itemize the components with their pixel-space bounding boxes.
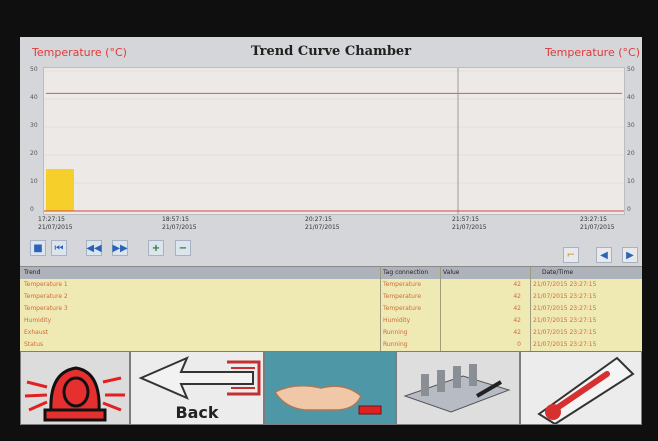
table-cell-value: 42 xyxy=(513,293,521,300)
y-tick-label-right: 0 xyxy=(627,206,631,213)
start-bar xyxy=(46,169,74,211)
zoom-out-button[interactable]: − xyxy=(175,240,191,256)
table-cell-datetime: 21/07/2015 23:27:15 xyxy=(533,305,597,312)
racks-button[interactable] xyxy=(396,351,520,425)
scroll-right-icon: ▶ xyxy=(626,249,634,261)
back-label: Back xyxy=(175,403,219,422)
scroll-left-icon: ◀ xyxy=(600,249,608,261)
zoom-in-icon: + xyxy=(151,242,161,254)
y-tick-label-right: 30 xyxy=(627,122,635,129)
y-tick-label-left: 10 xyxy=(30,178,38,185)
first-button[interactable]: ⏮ xyxy=(51,240,67,256)
y-tick-label-right: 10 xyxy=(627,178,635,185)
thermometer-icon xyxy=(537,356,635,424)
forward-button[interactable]: ▶▶ xyxy=(112,240,128,256)
table-cell-trend: Status xyxy=(24,341,44,348)
x-tick-label: 18:57:15 21/07/2015 xyxy=(162,216,197,232)
table-cell-datetime: 21/07/2015 23:27:15 xyxy=(533,293,597,300)
table-row[interactable]: Humidity Humidity 42 21/07/2015 23:27:15 xyxy=(20,315,642,327)
table-cell-tag: Temperature xyxy=(383,281,422,288)
chart-header: Temperature (°C) Trend Curve Chamber Tem… xyxy=(20,43,642,65)
x-tick-time: 21:57:15 xyxy=(452,216,479,223)
rewind-button[interactable]: ◀◀ xyxy=(86,240,102,256)
trend-plot-area[interactable] xyxy=(43,67,625,215)
table-cell-trend: Humidity xyxy=(24,317,52,324)
table-cell-trend: Temperature 2 xyxy=(24,293,68,300)
table-cell-value: 0 xyxy=(517,341,521,348)
table-cell-tag: Temperature xyxy=(383,305,422,312)
x-tick-date: 21/07/2015 xyxy=(305,224,340,231)
x-tick-label: 17:27:15 21/07/2015 xyxy=(38,216,73,232)
table-cell-value: 42 xyxy=(513,317,521,324)
stop-icon: ■ xyxy=(33,242,43,254)
x-tick-time: 20:27:15 xyxy=(305,216,332,223)
hand-touch-icon xyxy=(265,352,395,424)
table-cell-datetime: 21/07/2015 23:27:15 xyxy=(533,317,597,324)
y-tick-label-left: 0 xyxy=(30,206,34,213)
x-tick-date: 21/07/2015 xyxy=(38,224,73,231)
scroll-right-button[interactable]: ▶ xyxy=(622,247,638,263)
table-header-row: Trend Tag connection Value Date/Time xyxy=(20,267,642,279)
col-tag: Tag connection xyxy=(383,269,429,276)
trend-table: Trend Tag connection Value Date/Time Tem… xyxy=(20,266,642,352)
table-cell-tag: Running xyxy=(383,341,408,348)
x-tick-time: 23:27:15 xyxy=(580,216,607,223)
x-tick-label: 23:27:15 21/07/2015 xyxy=(580,216,615,232)
bottom-nav-bar: Back xyxy=(20,351,642,425)
y-tick-label-left: 50 xyxy=(30,66,38,73)
arrow-left-icon xyxy=(138,356,261,400)
forward-icon: ▶▶ xyxy=(112,242,128,254)
y-tick-label-left: 40 xyxy=(30,94,38,101)
back-button[interactable]: Back xyxy=(130,351,264,425)
table-cell-datetime: 21/07/2015 23:27:15 xyxy=(533,281,597,288)
table-cell-trend: Exhaust xyxy=(24,329,49,336)
table-row[interactable]: Exhaust Running 42 21/07/2015 23:27:15 xyxy=(20,327,642,339)
scroll-left-button[interactable]: ◀ xyxy=(596,247,612,263)
zoom-in-button[interactable]: + xyxy=(148,240,164,256)
y-tick-label-right: 40 xyxy=(627,94,635,101)
table-cell-datetime: 21/07/2015 23:27:15 xyxy=(533,341,597,348)
first-icon: ⏮ xyxy=(54,242,64,254)
y-tick-label-right: 20 xyxy=(627,150,635,157)
table-cell-tag: Temperature xyxy=(383,293,422,300)
x-tick-date: 21/07/2015 xyxy=(580,224,615,231)
x-tick-time: 18:57:15 xyxy=(162,216,189,223)
x-tick-date: 21/07/2015 xyxy=(162,224,197,231)
table-cell-tag: Running xyxy=(383,329,408,336)
col-trend: Trend xyxy=(24,269,41,276)
hmi-screen: Temperature (°C) Trend Curve Chamber Tem… xyxy=(20,37,642,425)
y-tick-label-left: 20 xyxy=(30,150,38,157)
table-cell-trend: Temperature 1 xyxy=(24,281,68,288)
x-tick-date: 21/07/2015 xyxy=(452,224,487,231)
table-row[interactable]: Temperature 1 Temperature 42 21/07/2015 23:… xyxy=(20,279,642,291)
racks-icon xyxy=(403,364,511,413)
x-tick-label: 20:27:15 21/07/2015 xyxy=(305,216,340,232)
touch-button[interactable] xyxy=(264,351,396,425)
table-cell-value: 42 xyxy=(513,281,521,288)
trend-chart-svg xyxy=(44,68,624,214)
table-cell-value: 42 xyxy=(513,305,521,312)
alarm-button[interactable] xyxy=(20,351,130,425)
table-cell-tag: Humidity xyxy=(383,317,411,324)
table-row[interactable]: Status Running 0 21/07/2015 23:27:15 xyxy=(20,339,642,351)
table-cell-value: 42 xyxy=(513,329,521,336)
zoom-out-icon: − xyxy=(178,242,188,254)
table-cell-trend: Temperature 3 xyxy=(24,305,68,312)
rewind-icon: ◀◀ xyxy=(86,242,102,254)
x-tick-time: 17:27:15 xyxy=(38,216,65,223)
alarm-beacon-icon xyxy=(24,366,125,422)
table-row[interactable]: Temperature 2 Temperature 42 21/07/2015 23:… xyxy=(20,291,642,303)
stop-button[interactable]: ■ xyxy=(30,240,46,256)
col-value: Value xyxy=(443,269,460,276)
x-tick-label: 21:57:15 21/07/2015 xyxy=(452,216,487,232)
right-axis-label: Temperature (°C) xyxy=(545,46,640,59)
col-datetime: Date/Time xyxy=(542,269,574,276)
y-tick-label-left: 30 xyxy=(30,122,38,129)
table-row[interactable]: Temperature 3 Temperature 42 21/07/2015 23:… xyxy=(20,303,642,315)
ruler-button[interactable]: ⌐ xyxy=(563,247,579,263)
table-cell-datetime: 21/07/2015 23:27:15 xyxy=(533,329,597,336)
ruler-icon: ⌐ xyxy=(566,249,576,261)
thermometer-button[interactable] xyxy=(520,351,642,425)
y-tick-label-right: 50 xyxy=(627,66,635,73)
